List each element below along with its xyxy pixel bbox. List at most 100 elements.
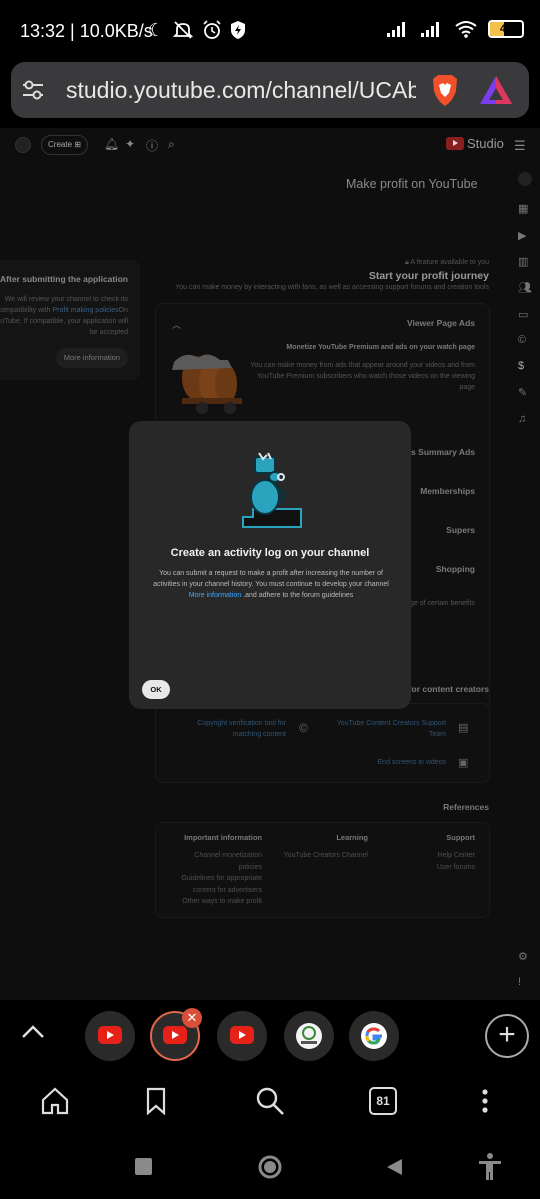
tab-google[interactable] <box>349 1011 399 1061</box>
illustration-figure <box>242 452 302 528</box>
ref-important-heading: Important information <box>184 833 262 842</box>
url-bar[interactable]: studio.youtube.com/channel/UCAbc <box>11 62 529 118</box>
page-title: Make profit on YouTube <box>346 177 478 191</box>
home-icon[interactable] <box>40 1087 70 1115</box>
ok-button[interactable]: OK <box>142 680 170 699</box>
chat-icon: ▤ <box>458 722 469 734</box>
youtube-logo-icon <box>446 137 464 150</box>
ref-link[interactable]: Help Center <box>395 850 475 862</box>
brave-rewards-icon[interactable] <box>479 74 513 106</box>
status-bar: 13:32 | 10.0KB/s ☾ 43 <box>0 0 540 62</box>
end-screen-icon: ▣ <box>458 757 469 769</box>
ref-learning-list: YouTube Creators Channel <box>268 850 368 862</box>
moon-icon: ☾ <box>148 20 165 40</box>
content-icon[interactable]: ▶ <box>518 229 526 242</box>
journey-title: Start your profit journey <box>368 270 489 282</box>
audio-library-icon[interactable]: ♫ <box>518 413 526 425</box>
tab-site[interactable] <box>284 1011 334 1061</box>
battery-indicator: 43 <box>488 20 524 38</box>
studio-logo[interactable]: Studio <box>446 136 504 151</box>
illustration-cart <box>172 354 242 414</box>
status-icons: ☾ <box>148 20 246 41</box>
ref-link[interactable]: YouTube Creators Channel <box>268 850 368 862</box>
brave-shields-icon[interactable] <box>429 73 461 107</box>
home-button[interactable] <box>257 1154 283 1180</box>
community-icon[interactable]: 👥︎ <box>518 281 532 294</box>
bell-icon[interactable]: 🔔︎ <box>104 137 119 151</box>
ref-link[interactable]: User forums <box>395 862 475 874</box>
tab-youtube-1[interactable] <box>85 1011 135 1061</box>
more-information-button[interactable]: More information <box>55 348 128 368</box>
shield-icon <box>231 21 246 39</box>
help-icon[interactable]: ⓘ <box>146 137 158 154</box>
channel-avatar[interactable] <box>518 172 532 186</box>
search-icon[interactable]: ⌕ <box>168 137 175 152</box>
dialog-title: Create an activity log on your channel <box>170 547 370 559</box>
youtube-icon <box>98 1026 122 1044</box>
status-time: 13:32 | 10.0KB/s <box>20 21 153 41</box>
chevron-up-icon[interactable]: ︿ <box>172 318 181 331</box>
google-icon <box>361 1023 387 1049</box>
signal-icon-2 <box>421 22 439 37</box>
ref-link[interactable]: Other ways to make profit <box>172 896 262 908</box>
customization-icon[interactable]: ✎ <box>518 386 527 399</box>
viewer-page-ads-label[interactable]: Viewer Page Ads <box>407 318 475 328</box>
copyright-icon[interactable]: © <box>518 334 526 346</box>
web-content: Create ⊞ 🔔︎ ✦ ⓘ ⌕ Studio ☰ ▦ ▶ ▥ 👥︎ ▭ © … <box>0 128 540 1000</box>
more-information-link[interactable]: More information <box>189 592 242 599</box>
copyright-tool-link[interactable]: Copyright verification tool for matching… <box>186 718 286 740</box>
dashboard-icon[interactable]: ▦ <box>518 202 528 215</box>
monetize-title: Monetize YouTube Premium and ads on your… <box>286 344 475 351</box>
analytics-icon[interactable]: ▥ <box>518 255 528 268</box>
youtube-icon <box>163 1026 187 1044</box>
create-button[interactable]: Create ⊞ <box>41 135 88 155</box>
settings-icon[interactable]: ⚙ <box>518 950 528 963</box>
ref-link[interactable]: Channel monetization policies <box>172 850 262 873</box>
earn-icon[interactable]: $ <box>518 360 524 372</box>
site-settings-icon[interactable] <box>19 76 47 104</box>
policies-link[interactable]: Profit making policies <box>53 307 119 314</box>
journey-subtitle: You can make money by interacting with f… <box>175 284 489 291</box>
accessibility-icon[interactable] <box>477 1152 503 1182</box>
ref-important-list: Channel monetization policies Guidelines… <box>172 850 262 908</box>
studio-header: Create ⊞ 🔔︎ ✦ ⓘ ⌕ Studio ☰ <box>0 128 540 164</box>
sparkle-icon[interactable]: ✦ <box>125 137 135 151</box>
chevron-up-icon[interactable] <box>20 1022 46 1042</box>
memberships-label[interactable]: Memberships <box>420 486 475 496</box>
ref-link[interactable]: Guidelines for appropriate content for a… <box>172 873 262 896</box>
status-right: 43 <box>386 20 524 38</box>
new-tab-button[interactable]: + <box>485 1014 529 1058</box>
alarm-icon <box>203 20 221 39</box>
menu-icon[interactable]: ☰ <box>514 138 526 154</box>
bookmark-icon[interactable] <box>145 1087 167 1115</box>
supers-label[interactable]: Supers <box>446 525 475 535</box>
avatar[interactable] <box>15 137 31 153</box>
tab-count-button[interactable]: 81 <box>369 1087 397 1115</box>
monetize-body: You can make money from ads that appear … <box>250 362 475 391</box>
activity-log-dialog: Create an activity log on your channel Y… <box>129 421 411 709</box>
more-menu-icon[interactable] <box>480 1088 490 1114</box>
ref-learning-heading: Learning <box>336 833 368 842</box>
ref-support-heading: Support <box>446 833 475 842</box>
tab-youtube-3[interactable] <box>217 1011 267 1061</box>
shorts-ads-label[interactable]: rts Summary Ads <box>405 447 475 457</box>
feedback-icon[interactable]: ! <box>518 976 521 988</box>
references-heading: References <box>443 802 489 812</box>
feature-note: 🔒︎ A feature available to you <box>405 259 489 266</box>
subtitles-icon[interactable]: ▭ <box>518 308 528 321</box>
creator-tools-card: Copyright verification tool for matching… <box>155 703 490 783</box>
search-icon[interactable] <box>255 1086 285 1116</box>
shopping-label[interactable]: Shopping <box>436 564 475 574</box>
card-title: After submitting the application <box>0 274 128 284</box>
signal-icon <box>387 22 405 37</box>
end-screens-link[interactable]: End screens in videos <box>326 759 446 766</box>
youtube-icon <box>230 1026 254 1044</box>
dialog-body: You can submit a request to make a profi… <box>153 570 389 599</box>
close-tab-icon[interactable]: ✕ <box>182 1008 202 1028</box>
benefits-text: ntage of certain benefits <box>400 600 475 607</box>
url-text[interactable]: studio.youtube.com/channel/UCAbc <box>66 77 416 104</box>
lock-icon: 🔒︎ <box>405 259 409 266</box>
back-button[interactable] <box>384 1157 404 1177</box>
support-team-link[interactable]: YouTube Content Creators Support Team <box>326 718 446 740</box>
recents-button[interactable] <box>135 1158 152 1175</box>
